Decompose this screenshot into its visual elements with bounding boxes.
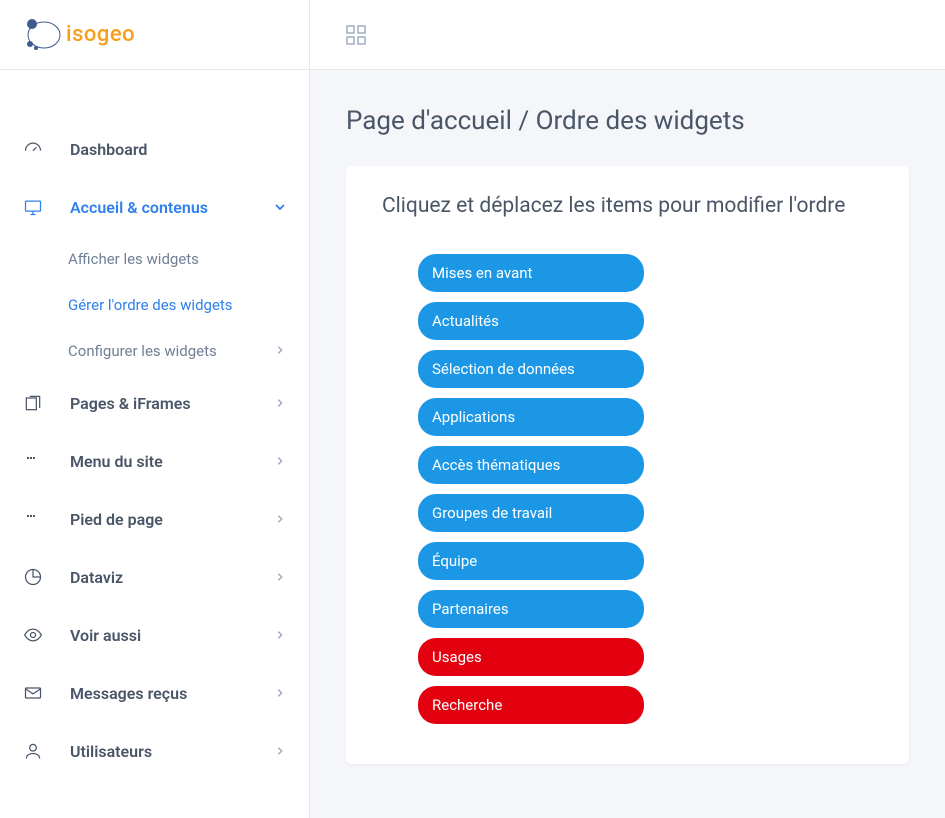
- sidebar-subitem-afficher-widgets[interactable]: Afficher les widgets: [68, 236, 309, 282]
- sidebar-item-pied[interactable]: Pied de page: [0, 490, 309, 548]
- widget-item-label: Applications: [432, 408, 515, 426]
- widget-order-card: Cliquez et déplacez les items pour modif…: [346, 166, 909, 764]
- content: Page d'accueil / Ordre des widgets Cliqu…: [310, 70, 945, 800]
- widget-item-label: Mises en avant: [432, 264, 532, 282]
- widget-item-recherche[interactable]: Recherche: [418, 686, 644, 724]
- widget-item-partenaires[interactable]: Partenaires: [418, 590, 644, 628]
- widget-item-label: Sélection de données: [432, 360, 575, 378]
- apps-grid-icon[interactable]: [346, 25, 366, 45]
- chevron-right-icon: [273, 628, 287, 642]
- widget-item-usages[interactable]: Usages: [418, 638, 644, 676]
- sidebar-item-label: Accueil & contenus: [70, 198, 273, 217]
- sidebar-item-dashboard[interactable]: Dashboard: [0, 120, 309, 178]
- chevron-right-icon: [273, 454, 287, 468]
- main: Page d'accueil / Ordre des widgets Cliqu…: [310, 0, 945, 818]
- widget-item-label: Groupes de travail: [432, 504, 552, 522]
- sidebar-item-utilisateurs[interactable]: Utilisateurs: [0, 722, 309, 780]
- widget-item-applications[interactable]: Applications: [418, 398, 644, 436]
- pages-icon: [22, 392, 44, 414]
- widget-item-acces-thematiques[interactable]: Accès thématiques: [418, 446, 644, 484]
- gauge-icon: [22, 138, 44, 160]
- sidebar-subitem-label: Afficher les widgets: [68, 250, 199, 268]
- sidebar-nav: Dashboard Accueil & contenus: [0, 70, 309, 780]
- chevron-right-icon: [273, 396, 287, 410]
- widget-item-label: Usages: [432, 648, 482, 666]
- chevron-right-icon: [275, 345, 287, 357]
- sidebar-item-messages[interactable]: Messages reçus: [0, 664, 309, 722]
- widget-item-label: Accès thématiques: [432, 456, 560, 474]
- sidebar-subnav-accueil: Afficher les widgets Gérer l'ordre des w…: [0, 236, 309, 374]
- widget-item-groupes-travail[interactable]: Groupes de travail: [418, 494, 644, 532]
- chevron-right-icon: [273, 512, 287, 526]
- sidebar-item-label: Utilisateurs: [70, 742, 273, 761]
- brand-logo[interactable]: isogeo: [22, 18, 135, 52]
- sidebar-item-label: Voir aussi: [70, 626, 273, 645]
- sidebar-item-label: Dashboard: [70, 140, 287, 159]
- widget-item-label: Équipe: [432, 552, 477, 570]
- sidebar-item-menu[interactable]: Menu du site: [0, 432, 309, 490]
- mail-icon: [22, 682, 44, 704]
- widget-item-selection-donnees[interactable]: Sélection de données: [418, 350, 644, 388]
- chevron-down-icon: [273, 200, 287, 214]
- sidebar-item-label: Pied de page: [70, 510, 273, 529]
- chart-icon: [22, 566, 44, 588]
- topbar: [310, 0, 945, 70]
- sidebar-item-dataviz[interactable]: Dataviz: [0, 548, 309, 606]
- widget-item-mises-en-avant[interactable]: Mises en avant: [418, 254, 644, 292]
- widget-item-actualites[interactable]: Actualités: [418, 302, 644, 340]
- sidebar-item-label: Dataviz: [70, 568, 273, 587]
- sidebar-subitem-label: Configurer les widgets: [68, 342, 217, 360]
- chevron-right-icon: [273, 570, 287, 584]
- card-heading: Cliquez et déplacez les items pour modif…: [382, 194, 873, 218]
- chevron-right-icon: [273, 686, 287, 700]
- display-icon: [22, 196, 44, 218]
- sidebar-item-label: Pages & iFrames: [70, 394, 273, 413]
- page-title: Page d'accueil / Ordre des widgets: [346, 106, 909, 136]
- sidebar-subitem-configurer-widgets[interactable]: Configurer les widgets: [68, 328, 309, 374]
- brand-name: isogeo: [66, 22, 135, 47]
- widget-item-label: Actualités: [432, 312, 499, 330]
- sidebar-subitem-label: Gérer l'ordre des widgets: [68, 296, 233, 314]
- user-icon: [22, 740, 44, 762]
- logo-mark-icon: [22, 18, 62, 52]
- sidebar-subitem-gerer-ordre[interactable]: Gérer l'ordre des widgets: [68, 282, 309, 328]
- chevron-right-icon: [273, 744, 287, 758]
- sidebar-item-pages[interactable]: Pages & iFrames: [0, 374, 309, 432]
- footer-icon: [22, 508, 44, 530]
- widget-list: Mises en avant Actualités Sélection de d…: [382, 254, 873, 724]
- sidebar-item-label: Menu du site: [70, 452, 273, 471]
- sidebar: isogeo Dashboard: [0, 0, 310, 818]
- sidebar-item-accueil[interactable]: Accueil & contenus: [0, 178, 309, 236]
- eye-icon: [22, 624, 44, 646]
- sidebar-item-label: Messages reçus: [70, 684, 273, 703]
- menu-icon: [22, 450, 44, 472]
- widget-item-equipe[interactable]: Équipe: [418, 542, 644, 580]
- widget-item-label: Recherche: [432, 696, 502, 714]
- sidebar-item-voir[interactable]: Voir aussi: [0, 606, 309, 664]
- widget-item-label: Partenaires: [432, 600, 509, 618]
- logo-area: isogeo: [0, 0, 309, 70]
